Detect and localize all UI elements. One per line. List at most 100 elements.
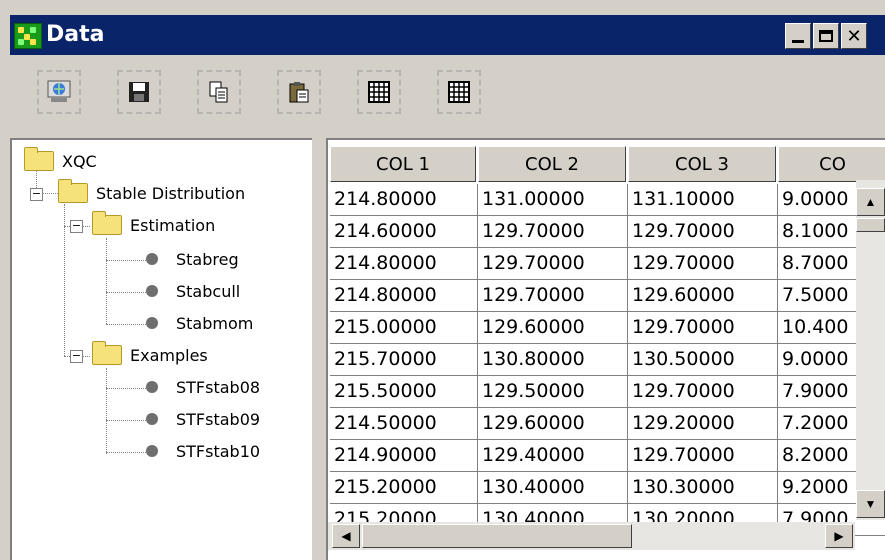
window-title: Data — [46, 22, 105, 47]
leaf-icon — [146, 413, 158, 425]
table-cell[interactable]: 130.80000 — [478, 344, 628, 376]
table-cell[interactable]: 129.70000 — [628, 440, 778, 472]
tree-node-label: Stabreg — [176, 249, 239, 269]
arrow-down-icon: ▼ — [864, 497, 877, 511]
scroll-down-button[interactable]: ▼ — [856, 490, 885, 518]
table-cell[interactable]: 215.50000 — [330, 376, 478, 408]
maximize-button[interactable] — [813, 23, 839, 49]
tree-leaf-stabmom[interactable]: Stabmom — [146, 310, 253, 336]
scroll-left-button[interactable]: ◀ — [332, 524, 360, 548]
column-header[interactable]: CO — [778, 146, 885, 182]
table-cell[interactable]: 129.70000 — [628, 376, 778, 408]
table-cell[interactable]: 130.40000 — [478, 472, 628, 504]
leaf-icon — [146, 285, 158, 297]
table-cell[interactable]: 129.70000 — [478, 280, 628, 312]
collapse-toggle[interactable]: − — [70, 350, 83, 363]
panel-splitter[interactable] — [312, 138, 324, 558]
copy-button[interactable] — [196, 68, 242, 116]
leaf-icon — [146, 253, 158, 265]
tree-node-label: XQC — [62, 151, 97, 171]
tree-leaf-stabcull[interactable]: Stabcull — [146, 278, 240, 304]
table-cell[interactable]: 215.20000 — [330, 472, 478, 504]
tree-node-label: Stabcull — [176, 281, 241, 301]
title-bar[interactable]: Data ✕ — [10, 15, 885, 55]
scroll-thumb-horizontal[interactable] — [362, 524, 632, 548]
table-cell[interactable]: 131.00000 — [478, 184, 628, 216]
paste-button[interactable] — [276, 68, 322, 116]
table-cell[interactable]: 130.50000 — [628, 344, 778, 376]
scroll-up-button[interactable]: ▲ — [856, 188, 885, 216]
arrow-up-icon: ▲ — [864, 195, 877, 209]
vertical-scrollbar[interactable]: ▲ ▼ — [856, 180, 885, 520]
table-cell[interactable]: 214.80000 — [330, 248, 478, 280]
table-cell[interactable]: 129.60000 — [478, 408, 628, 440]
minimize-button[interactable] — [785, 23, 811, 49]
tree-node-examples[interactable]: Examples — [92, 341, 208, 368]
folder-icon — [92, 211, 122, 235]
paste-icon — [289, 82, 309, 103]
table-icon — [448, 81, 470, 103]
column-header[interactable]: COL 1 — [330, 146, 476, 182]
table-cell[interactable]: 129.70000 — [478, 216, 628, 248]
folder-icon — [58, 179, 88, 203]
collapse-toggle[interactable]: − — [70, 220, 83, 233]
leaf-icon — [146, 381, 158, 393]
arrow-left-icon: ◀ — [341, 529, 351, 543]
arrow-right-icon: ▶ — [834, 529, 844, 543]
tree-leaf-stabreg[interactable]: Stabreg — [146, 246, 239, 272]
table-cell[interactable]: 214.80000 — [330, 280, 478, 312]
table-cell[interactable]: 215.00000 — [330, 312, 478, 344]
table-cell[interactable]: 129.70000 — [628, 248, 778, 280]
table-cell[interactable]: 129.60000 — [628, 280, 778, 312]
table-cell[interactable]: 214.50000 — [330, 408, 478, 440]
tree-leaf-stfstab09[interactable]: STFstab09 — [146, 406, 260, 432]
close-button[interactable]: ✕ — [841, 23, 867, 49]
copy-icon — [209, 81, 228, 103]
table-button-1[interactable] — [356, 68, 402, 116]
tree-node-label: Estimation — [130, 215, 216, 235]
open-network-button[interactable] — [36, 68, 82, 116]
table-button-2[interactable] — [436, 68, 482, 116]
tree-node-label: Examples — [130, 345, 208, 365]
table-cell[interactable]: 129.40000 — [478, 440, 628, 472]
tree-node-label: STFstab08 — [176, 377, 261, 397]
close-icon: ✕ — [846, 25, 862, 47]
tree-panel: XQC − Stable Distribution − Estimation S… — [10, 138, 312, 560]
tree-leaf-stfstab10[interactable]: STFstab10 — [146, 438, 260, 464]
save-icon — [129, 82, 149, 102]
tree-leaf-stfstab08[interactable]: STFstab08 — [146, 374, 260, 400]
scroll-thumb-vertical[interactable] — [856, 218, 885, 232]
table-cell[interactable]: 129.60000 — [478, 312, 628, 344]
table-cell[interactable]: 214.90000 — [330, 440, 478, 472]
table-cell[interactable]: 129.70000 — [628, 216, 778, 248]
tree-node-estimation[interactable]: Estimation — [92, 211, 216, 238]
table-cell[interactable]: 129.70000 — [478, 248, 628, 280]
table-cell[interactable]: 129.70000 — [628, 312, 778, 344]
leaf-icon — [146, 445, 158, 457]
data-window: Data ✕ XQC − Stable Distribution − Estim… — [0, 0, 885, 560]
table-cell[interactable]: 131.10000 — [628, 184, 778, 216]
save-button[interactable] — [116, 68, 162, 116]
data-grid: COL 1 COL 2 COL 3 CO 214.80000 131.00000 1… — [326, 138, 885, 560]
table-cell[interactable]: 214.60000 — [330, 216, 478, 248]
horizontal-scrollbar[interactable]: ◀ ▶ — [328, 522, 855, 550]
tree-node-label: Stabmom — [176, 313, 254, 333]
table-cell[interactable]: 130.30000 — [628, 472, 778, 504]
toolbar — [10, 62, 885, 126]
maximize-icon — [819, 30, 833, 42]
table-cell[interactable]: 129.50000 — [478, 376, 628, 408]
leaf-icon — [146, 317, 158, 329]
tree-node-label: STFstab09 — [176, 409, 261, 429]
column-header[interactable]: COL 2 — [478, 146, 626, 182]
tree-node-label: STFstab10 — [176, 441, 261, 461]
scroll-right-button[interactable]: ▶ — [825, 524, 853, 548]
tree-node-stable-distribution[interactable]: Stable Distribution — [58, 179, 245, 206]
table-cell[interactable]: 129.20000 — [628, 408, 778, 440]
minimize-icon — [792, 39, 804, 43]
column-header[interactable]: COL 3 — [628, 146, 776, 182]
collapse-toggle[interactable]: − — [30, 188, 43, 201]
tree-node-root[interactable]: XQC — [24, 147, 97, 174]
folder-icon — [92, 341, 122, 365]
table-cell[interactable]: 214.80000 — [330, 184, 478, 216]
table-cell[interactable]: 215.70000 — [330, 344, 478, 376]
